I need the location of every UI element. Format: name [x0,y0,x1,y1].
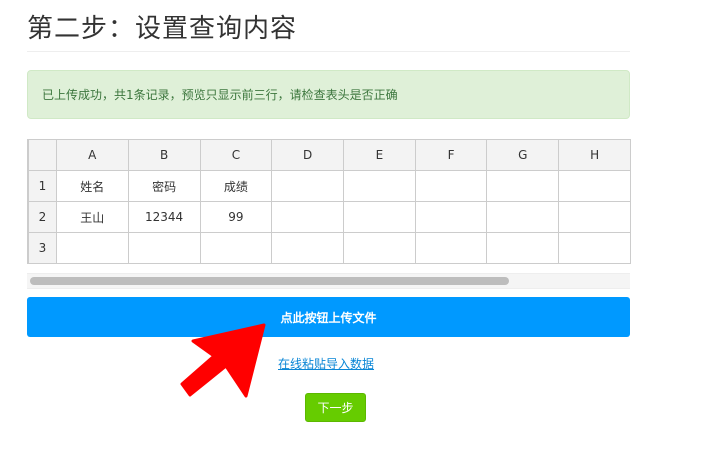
red-arrow-icon [180,323,266,398]
